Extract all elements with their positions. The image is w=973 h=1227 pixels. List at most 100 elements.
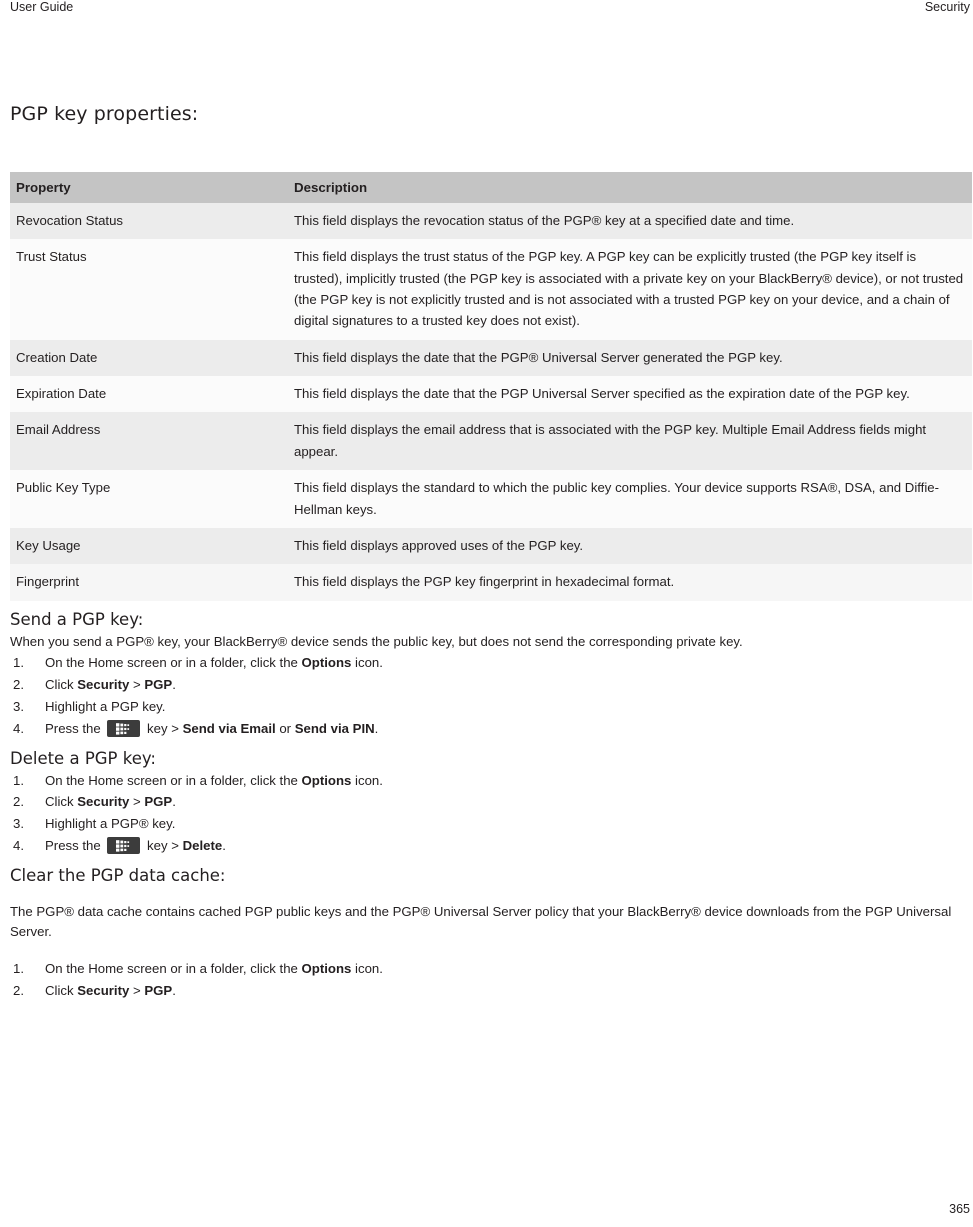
cell-property: Email Address (10, 412, 288, 471)
cell-property: Trust Status (10, 239, 288, 340)
table-row: Fingerprint This field displays the PGP … (10, 564, 972, 601)
heading-send-pgp-key: Send a PGP key: (10, 609, 144, 629)
delete-steps-list: 1. On the Home screen or in a folder, cli… (10, 771, 972, 857)
step-text-pre: Press the (45, 838, 105, 854)
cell-description: This field displays the email address th… (288, 412, 972, 471)
cache-steps-list: 1. On the Home screen or in a folder, cli… (10, 959, 972, 1002)
step-text-post: . (374, 720, 379, 736)
cell-description: This field displays the standard to whic… (288, 470, 972, 528)
cell-property: Fingerprint (10, 564, 288, 601)
column-header-description: Description (288, 171, 972, 203)
step-bold-term-2: PGP (144, 794, 173, 810)
heading-delete-pgp-key: Delete a PGP key: (10, 748, 156, 768)
step-text-pre: Click (45, 982, 78, 998)
page-content: PGP key properties: Property Description… (10, 103, 972, 1002)
cell-description: This field displays the date that the PG… (288, 339, 972, 377)
table-row: Email Address This field displays the em… (10, 412, 972, 471)
cell-description: This field displays the revocation statu… (288, 202, 972, 240)
blackberry-menu-key-icon (107, 719, 141, 737)
step-bold-term: Options (301, 772, 352, 788)
step-text-pre: On the Home screen or in a folder, click… (45, 772, 302, 788)
step-number: 3. (13, 816, 24, 832)
step-text-pre: On the Home screen or in a folder, click… (45, 655, 302, 671)
step-text-mid: > (129, 982, 145, 998)
step-text-mid: icon. (351, 655, 383, 671)
page-number: 365 (949, 1202, 970, 1216)
table-row: Key Usage This field displays approved u… (10, 527, 972, 565)
table-row: Expiration Date This field displays the … (10, 376, 972, 413)
step-bold-term-2: Send via PIN (294, 720, 375, 736)
cache-intro-paragraph: The PGP® data cache contains cached PGP … (10, 903, 952, 940)
list-item: 4. Press the key > Delete. (10, 836, 972, 857)
step-number: 4. (13, 720, 24, 736)
list-item: 1. On the Home screen or in a folder, cli… (10, 771, 972, 792)
list-item: 3. Highlight a PGP® key. (10, 814, 972, 835)
step-bold-term: Security (77, 794, 130, 810)
list-item: 2. Click Security > PGP. (10, 675, 972, 696)
cell-property: Public Key Type (10, 470, 288, 528)
cell-property: Expiration Date (10, 376, 288, 413)
cell-description: This field displays approved uses of the… (288, 527, 972, 565)
running-head: User Guide Security (0, 0, 973, 22)
cell-description: This field displays the trust status of … (288, 239, 972, 340)
step-text-post: . (222, 838, 226, 854)
list-item: 2. Click Security > PGP. (10, 792, 972, 813)
step-bold-term: Delete (182, 838, 223, 854)
step-text-pre: On the Home screen or in a folder, click… (45, 960, 302, 976)
step-text-mid: icon. (351, 960, 383, 976)
cell-property: Revocation Status (10, 202, 288, 240)
step-bold-term: Security (77, 677, 130, 693)
table-header-row: Property Description (10, 171, 972, 203)
pgp-key-properties-table: Property Description Revocation Status T… (10, 171, 972, 601)
blackberry-menu-key-icon (107, 837, 141, 855)
step-number: 2. (13, 677, 24, 693)
step-text-mid: > (129, 677, 145, 693)
step-bold-term: Options (301, 655, 352, 671)
step-number: 2. (13, 794, 24, 810)
column-header-property: Property (10, 171, 288, 203)
step-number: 4. (13, 838, 24, 854)
step-text-mid: key > (143, 720, 183, 736)
step-bold-term: Options (301, 960, 352, 976)
step-text-pre: Highlight a PGP key. (45, 699, 166, 715)
table-row: Revocation Status This field displays th… (10, 202, 972, 240)
step-bold-term-2: PGP (144, 677, 173, 693)
step-number: 2. (13, 982, 24, 998)
cell-description: This field displays the PGP key fingerpr… (288, 564, 972, 601)
send-steps-list: 1. On the Home screen or in a folder, cli… (10, 653, 972, 739)
list-item: 1. On the Home screen or in a folder, cli… (10, 653, 972, 674)
step-text-mid: icon. (351, 772, 383, 788)
list-item: 3. Highlight a PGP key. (10, 697, 972, 718)
table-body: Revocation Status This field displays th… (10, 202, 972, 601)
cell-property: Creation Date (10, 339, 288, 377)
step-text-pre: Click (45, 794, 78, 810)
step-text-post: . (172, 677, 176, 693)
table-row: Public Key Type This field displays the … (10, 470, 972, 528)
list-item: 2. Click Security > PGP. (10, 981, 972, 1002)
step-bold-term: Security (77, 982, 130, 998)
step-text-post: . (172, 982, 176, 998)
step-number: 1. (13, 772, 24, 788)
list-item: 4. Press the key > Send via Email or Send… (10, 719, 972, 740)
table-row: Trust Status This field displays the tru… (10, 239, 972, 340)
step-text-post: . (172, 794, 176, 810)
cell-description: This field displays the date that the PG… (288, 376, 972, 413)
step-bold-term-2: PGP (144, 982, 173, 998)
step-text-mid: key > (143, 838, 183, 854)
step-number: 1. (13, 655, 24, 671)
document-page: User Guide Security PGP key properties: … (0, 0, 973, 1227)
running-head-right: Security (924, 0, 970, 14)
running-head-left: User Guide (10, 0, 74, 14)
step-text-pre: Press the (45, 720, 105, 736)
table-row: Creation Date This field displays the da… (10, 339, 972, 377)
step-text-pre: Highlight a PGP® key. (45, 816, 176, 832)
send-intro-paragraph: When you send a PGP® key, your BlackBerr… (10, 633, 743, 649)
step-text-sep: or (275, 720, 295, 736)
step-bold-term: Send via Email (182, 720, 276, 736)
step-number: 3. (13, 699, 24, 715)
list-item: 1. On the Home screen or in a folder, cli… (10, 959, 972, 980)
page-title: PGP key properties: (10, 103, 199, 125)
step-number: 1. (13, 960, 24, 976)
cell-property: Key Usage (10, 527, 288, 565)
step-text-pre: Click (45, 677, 78, 693)
